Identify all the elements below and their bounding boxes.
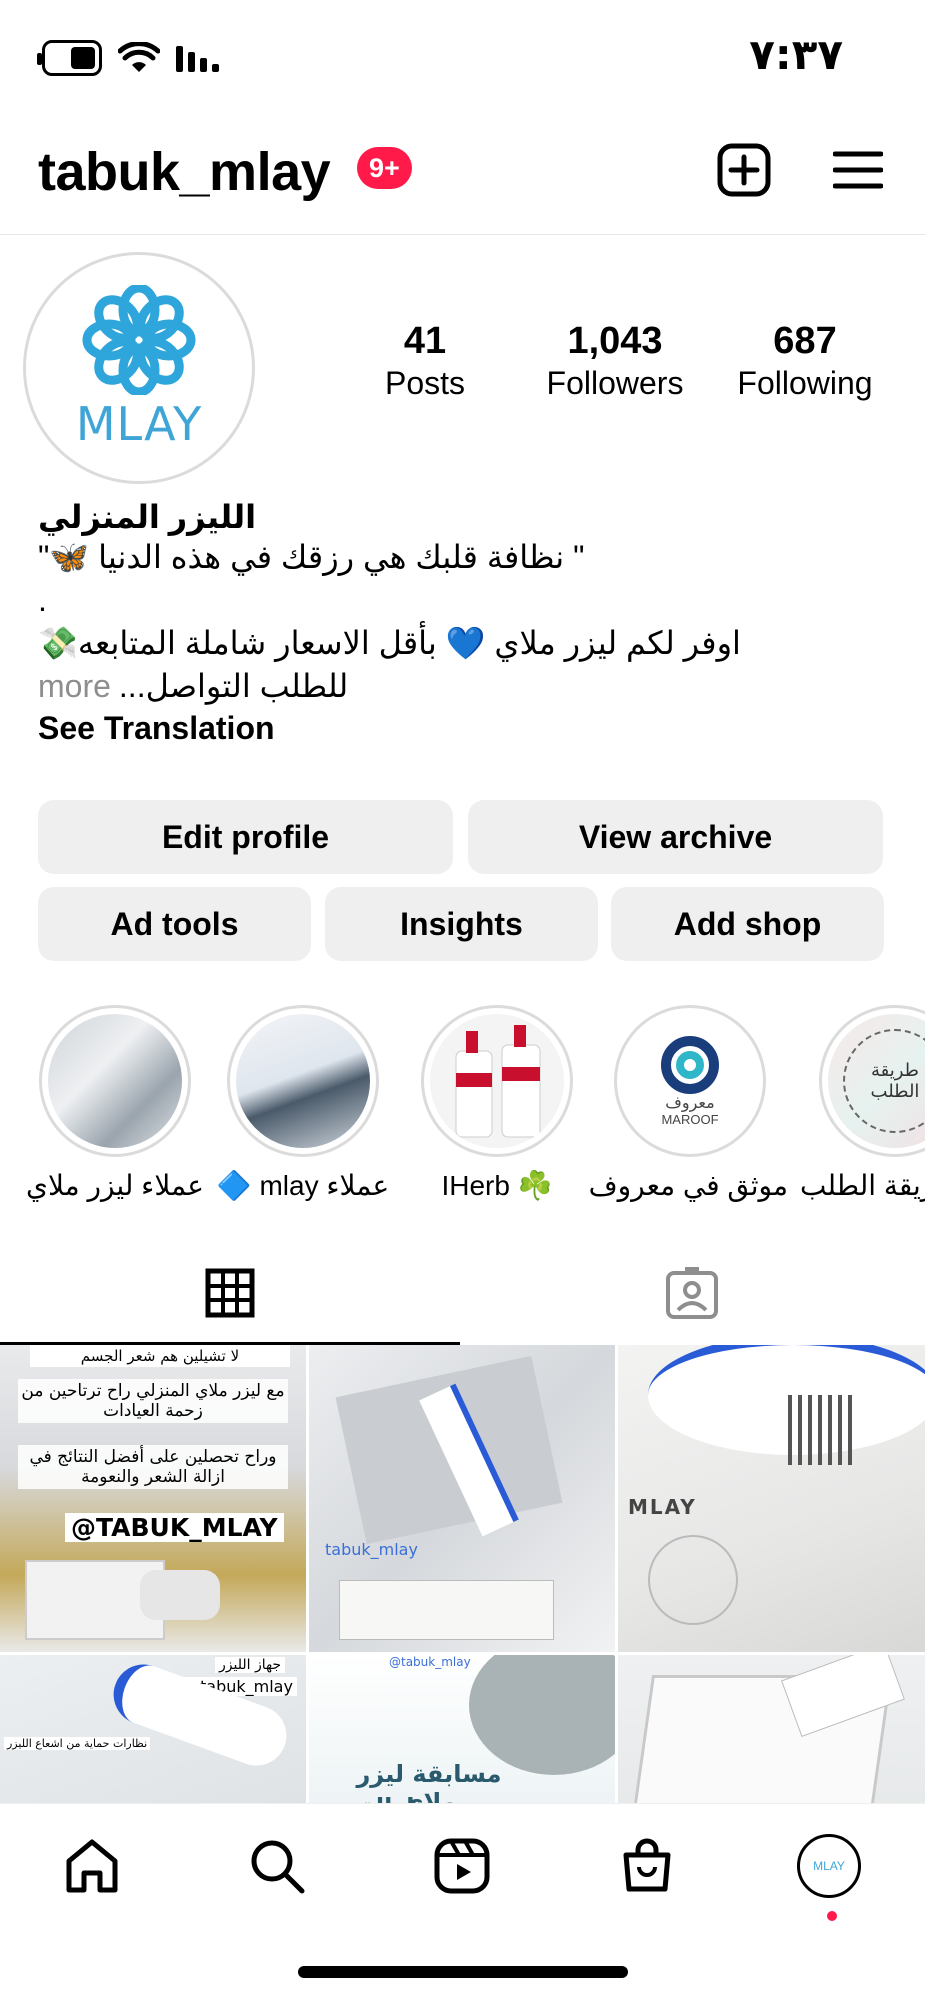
status-time: ٧:٣٧ [749,30,843,79]
profile-bio: الليزر المنزلي " نظافة قلبك هي رزقك في ه… [38,498,898,747]
highlight-cover: طريقة الطلب [819,1005,925,1157]
post-handle-text: tabuk_mlay [325,1540,418,1559]
post-thumbnail[interactable]: MLAY [618,1345,925,1652]
highlight-label: موثق في معروف [588,1170,788,1201]
followers-label: Followers [546,365,684,401]
post-handle-text: @tabuk_mlay [389,1655,471,1669]
following-count: 687 [773,320,837,362]
highlight-item[interactable]: IHerb ☘️ [402,1005,592,1202]
highlight-item[interactable]: معروف MAROOF موثق في معروف [588,1005,788,1202]
maroof-latin-text: MAROOF [661,1112,719,1127]
bottom-navigation: MLAY [0,1803,925,1923]
post-thumbnail[interactable]: جهاز الليزر @tabuk_mlay نظارات حماية من … [0,1655,306,1803]
notification-badge[interactable]: 9+ [357,147,412,189]
status-bar: ٧:٣٧ [0,0,925,110]
add-shop-button[interactable]: Add shop [611,887,884,961]
posts-label: Posts [384,365,466,401]
following-stat[interactable]: 687 Following [710,320,900,402]
post-caption-text: بعدسة ازالة [329,1793,529,1803]
reels-icon[interactable] [430,1834,494,1898]
posts-grid: لا تشيلين هم شعر الجسم مع ليزر ملاي المن… [0,1345,925,1803]
highlight-label: IHerb ☘️ [441,1170,553,1201]
profile-tabs [0,1240,925,1345]
highlight-item[interactable]: عملاء mlay 🔷 [208,1005,398,1202]
insights-button[interactable]: Insights [325,887,598,961]
highlight-label: عملاء ليزر ملاي [26,1170,204,1201]
highlight-item[interactable]: طريقة الطلب طريقة الطلب [800,1005,925,1202]
post-thumbnail[interactable]: tabuk_mlay [309,1345,615,1652]
signal-icon [176,46,219,72]
post-caption-text: وراح تحصلين على أفضل النتائج في ازالة ال… [18,1445,288,1489]
bio-line: اوفر لكم ليزر ملاي 💙 بأقل الاسعار شاملة … [38,625,741,661]
highlight-item[interactable]: عملاء ليزر ملاي [20,1005,210,1202]
post-brand-text: MLAY [628,1495,697,1519]
highlight-cover-text: طريقة الطلب [843,1029,925,1133]
bio-line: للطلب التواصل... [118,668,349,704]
username-switcher[interactable]: tabuk_mlay [38,141,331,203]
post-caption-text: نظارات حماية من اشعاع الليزر [4,1737,151,1750]
post-thumbnail[interactable]: لا تشيلين هم شعر الجسم مع ليزر ملاي المن… [0,1345,306,1652]
plus-square-icon[interactable] [713,139,775,201]
highlight-cover [227,1005,379,1157]
hamburger-menu-icon[interactable] [827,139,889,201]
shop-bag-icon[interactable] [615,1834,679,1898]
posts-stat[interactable]: 41 Posts [330,320,520,402]
profile-tab-avatar[interactable]: MLAY [797,1834,861,1898]
bio-line: . [38,582,47,618]
highlight-label: عملاء mlay 🔷 [216,1170,390,1201]
highlight-cover: معروف MAROOF [614,1005,766,1157]
view-archive-button[interactable]: View archive [468,800,883,874]
profile-avatar[interactable]: MLAY [23,252,255,484]
profile-header: tabuk_mlay 9+ [0,125,925,235]
following-label: Following [737,365,873,401]
maroof-arabic-text: معروف [665,1095,715,1112]
followers-stat[interactable]: 1,043 Followers [520,320,710,402]
highlight-cover [421,1005,573,1157]
tagged-person-icon[interactable] [665,1266,719,1325]
post-thumbnail[interactable] [618,1655,925,1803]
post-handle-text: @TABUK_MLAY [65,1513,284,1542]
avatar-brand-text: MLAY [75,397,203,451]
home-icon[interactable] [60,1834,124,1898]
more-link[interactable]: more [38,665,111,708]
home-indicator [298,1966,628,1978]
edit-profile-button[interactable]: Edit profile [38,800,453,874]
story-highlights: عملاء ليزر ملاي عملاء mlay 🔷 IHerb ☘️ مع… [0,1005,925,1215]
nav-avatar-text: MLAY [813,1859,845,1873]
mlay-logo-icon [82,285,196,395]
see-translation-link[interactable]: See Translation [38,710,898,747]
search-icon[interactable] [245,1834,309,1898]
grid-icon[interactable] [205,1268,255,1323]
highlight-cover [39,1005,191,1157]
bio-line-with-more: more للطلب التواصل... [38,665,898,708]
profile-display-name: الليزر المنزلي [38,499,257,535]
notification-dot [827,1911,837,1921]
ad-tools-button[interactable]: Ad tools [38,887,311,961]
post-thumbnail[interactable]: @tabuk_mlay مسابقة ليزر ملاي بعدسة ازالة [309,1655,615,1803]
nav-avatar: MLAY [797,1834,861,1898]
product-bottles-icon [455,1025,541,1138]
profile-stats: 41 Posts 1,043 Followers 687 Following [330,320,900,402]
post-caption-text: مع ليزر ملاي المنزلي راح ترتاحين من زحمة… [18,1379,288,1423]
status-icons [37,40,220,76]
posts-count: 41 [403,320,447,362]
highlight-label: طريقة الطلب [800,1170,925,1201]
maroof-logo-icon [661,1036,719,1094]
battery-icon [37,40,102,76]
bio-line: " نظافة قلبك هي رزقك في هذه الدنيا 🦋" [38,539,585,575]
wifi-icon [118,42,160,72]
followers-count: 1,043 [567,320,663,362]
post-caption-text: لا تشيلين هم شعر الجسم [30,1345,290,1367]
post-caption-text: جهاز الليزر [215,1657,286,1673]
